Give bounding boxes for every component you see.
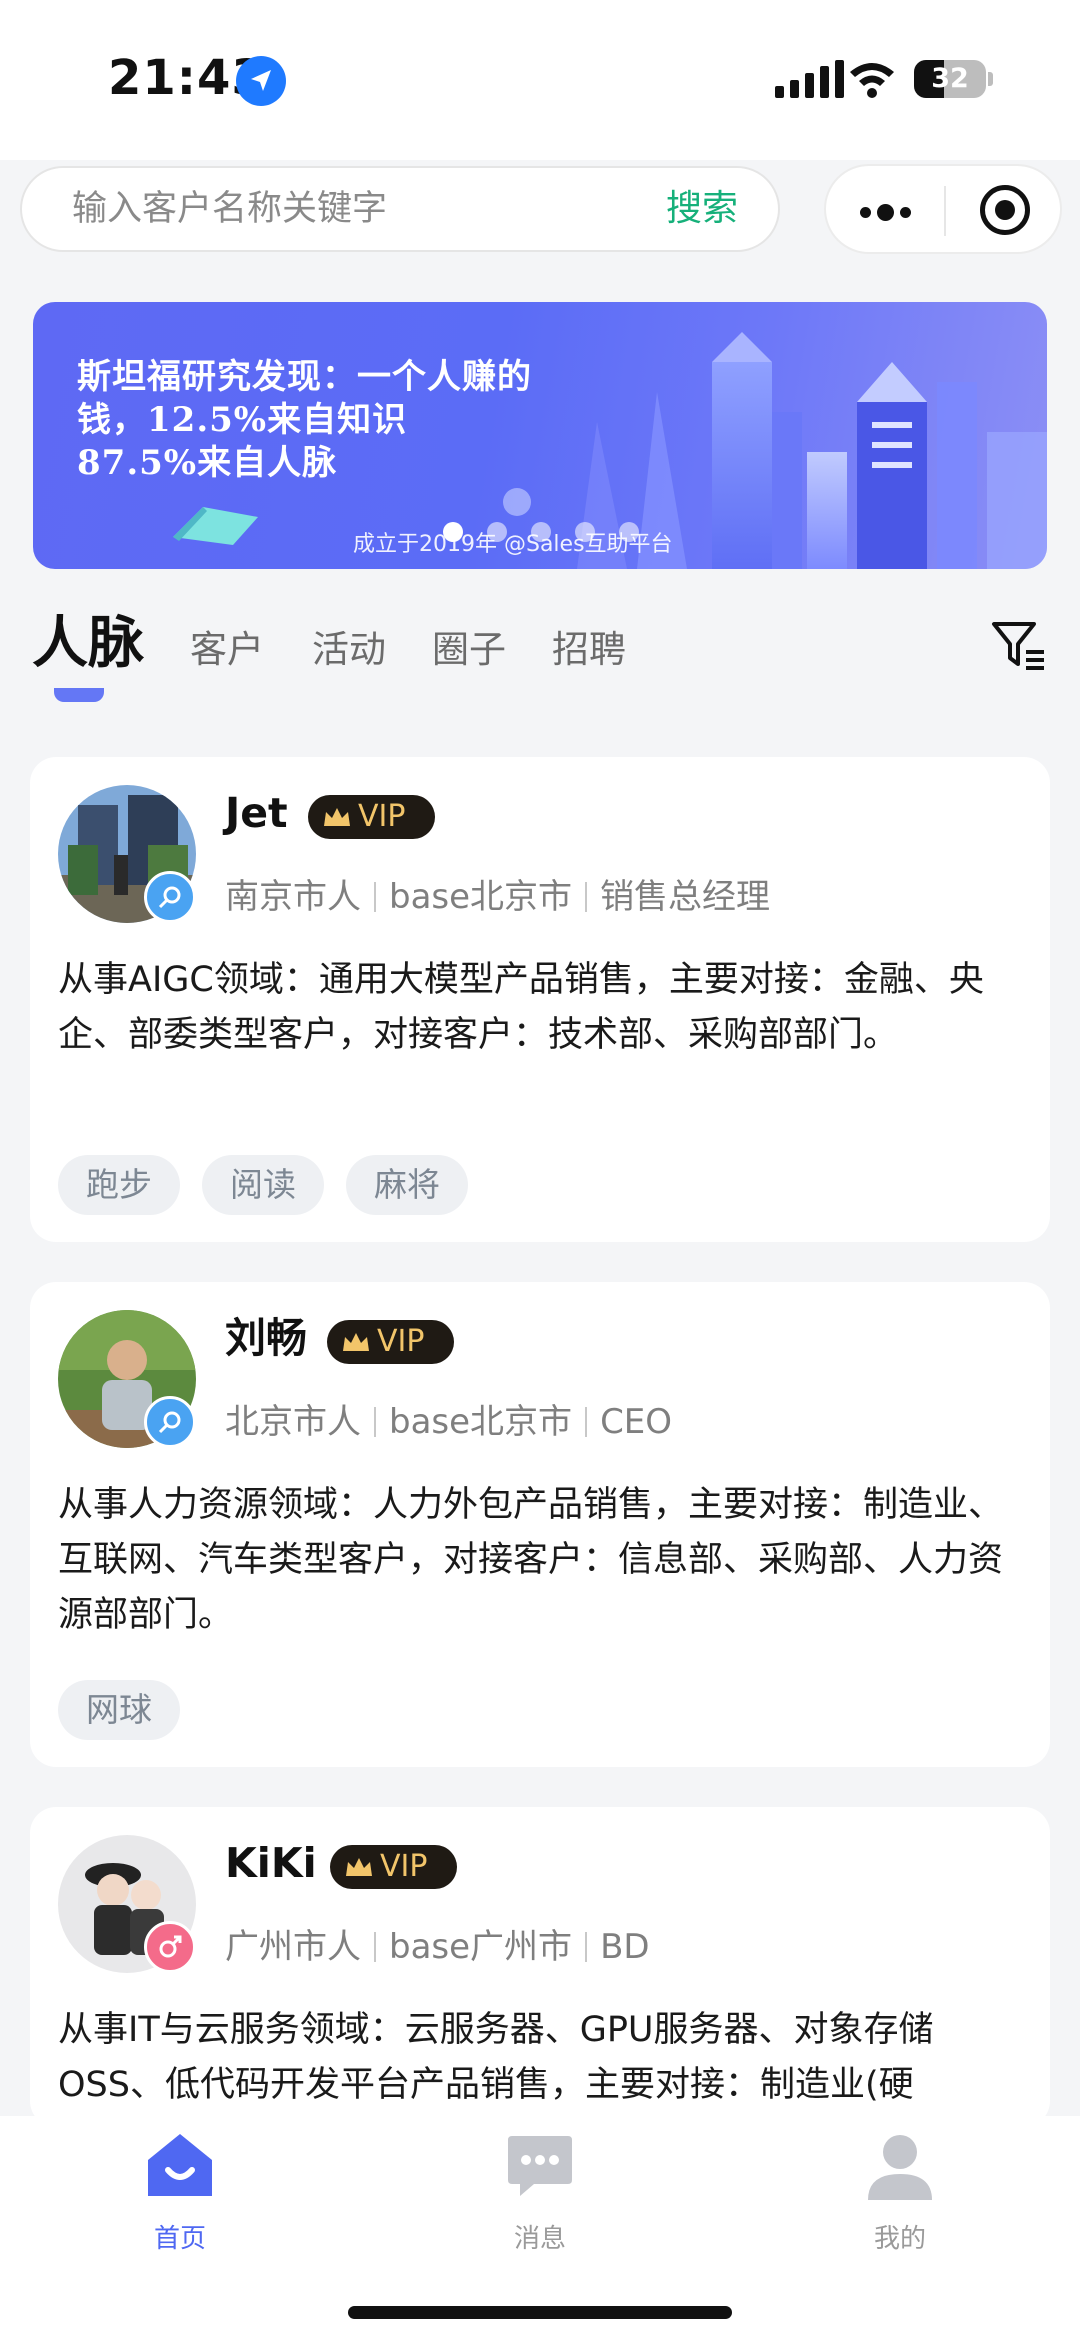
search-input[interactable]: 输入客户名称关键字 — [72, 168, 387, 250]
base-city: base广州市 — [389, 1927, 573, 1967]
vip-label: VIP — [358, 799, 406, 834]
vip-badge: VIP — [308, 795, 435, 839]
contact-description: 从事AIGC领域：通用大模型产品销售，主要对接：金融、央企、部委类型客户，对接客… — [58, 960, 984, 1055]
search-bar[interactable]: 输入客户名称关键字 搜索 — [20, 166, 780, 252]
contact-description: 从事人力资源领域：人力外包产品销售，主要对接：制造业、互联网、汽车类型客户，对接… — [58, 1485, 1004, 1635]
interest-tags: 跑步 阅读 麻将 — [58, 1155, 468, 1215]
miniprogram-capsule — [824, 164, 1062, 254]
contact-meta: 北京市人 base北京市 CEO — [225, 1400, 672, 1444]
capsule-divider — [944, 186, 946, 236]
active-tab-indicator — [54, 688, 104, 702]
vip-badge: VIP — [327, 1320, 454, 1364]
contact-meta: 南京市人 base北京市 销售总经理 — [225, 875, 770, 919]
contact-name: Jet — [225, 789, 288, 837]
message-icon — [508, 2136, 572, 2196]
job-title: CEO — [600, 1402, 673, 1442]
home-indicator — [348, 2306, 732, 2319]
vip-badge: VIP — [330, 1845, 457, 1889]
battery-icon: 32 — [914, 60, 986, 98]
tag[interactable]: 跑步 — [58, 1155, 180, 1215]
battery-level: 32 — [931, 63, 969, 94]
contact-name: KiKi — [225, 1839, 317, 1887]
job-title: 销售总经理 — [600, 877, 771, 917]
crown-icon — [343, 1333, 369, 1351]
vip-label: VIP — [380, 1849, 428, 1884]
book-illustration — [173, 507, 258, 545]
banner-headline: 斯坦福研究发现：一个人赚的 钱，12.5%来自知识 87.5%来自人脉 — [77, 356, 757, 485]
tab-profile-label: 我的 — [873, 2224, 926, 2254]
search-button[interactable]: 搜索 — [666, 168, 738, 250]
tab-contacts[interactable]: 人脉 — [32, 604, 144, 684]
female-gender-icon — [144, 1921, 196, 1973]
contact-card[interactable]: Jet VIP 南京市人 base北京市 销售总经理 从事AIGC领域：通用大模型产… — [30, 757, 1050, 1242]
tag[interactable]: 麻将 — [346, 1155, 468, 1215]
more-options-icon[interactable] — [860, 204, 911, 221]
category-tabs: 人脉 客户 活动 圈子 招聘 — [32, 604, 1048, 702]
male-gender-icon — [144, 1396, 196, 1448]
status-bar: 21:43 32 输入客户名称关键字 搜索 — [0, 0, 1080, 254]
banner-dot[interactable] — [443, 522, 463, 542]
vip-label: VIP — [377, 1324, 425, 1359]
promo-banner[interactable]: 斯坦福研究发现：一个人赚的 钱，12.5%来自知识 87.5%来自人脉 成立于2… — [33, 302, 1047, 569]
tab-home-label: 首页 — [153, 2224, 206, 2254]
contact-name: 刘畅 — [225, 1314, 307, 1362]
hometown: 广州市人 — [225, 1927, 361, 1967]
banner-pagination — [443, 522, 639, 542]
banner-headline-line-1: 斯坦福研究发现：一个人赚的 — [77, 357, 532, 397]
banner-headline-line-2: 钱，12.5%来自知识 — [77, 400, 408, 440]
tab-customers[interactable]: 客户 — [190, 610, 264, 690]
tab-messages-label: 消息 — [513, 2224, 566, 2254]
close-miniprogram-icon[interactable] — [980, 185, 1030, 235]
banner-headline-line-3: 87.5%来自人脉 — [77, 443, 338, 483]
contact-card[interactable]: KiKi VIP 广州市人 base广州市 BD 从事IT与云服务领域：云服务器、G… — [30, 1807, 1050, 2127]
tab-recruiting[interactable]: 招聘 — [552, 610, 626, 690]
hometown: 南京市人 — [225, 877, 361, 917]
battery-tip — [988, 72, 993, 86]
banner-dot[interactable] — [487, 522, 507, 542]
wifi-icon — [848, 60, 896, 102]
contact-meta: 广州市人 base广州市 BD — [225, 1925, 650, 1969]
job-title: BD — [600, 1927, 650, 1967]
contact-card[interactable]: 刘畅 VIP 北京市人 base北京市 CEO 从事人力资源领域：人力外包产品销售，… — [30, 1282, 1050, 1767]
crown-icon — [346, 1858, 372, 1876]
location-arrow-icon — [236, 56, 286, 106]
home-icon — [148, 2134, 212, 2196]
banner-dot[interactable] — [575, 522, 595, 542]
tab-circles[interactable]: 圈子 — [432, 610, 506, 690]
base-city: base北京市 — [389, 1402, 573, 1442]
base-city: base北京市 — [389, 877, 573, 917]
banner-dot[interactable] — [531, 522, 551, 542]
tag[interactable]: 网球 — [58, 1680, 180, 1740]
crown-icon — [324, 808, 350, 826]
tab-events[interactable]: 活动 — [312, 610, 386, 690]
profile-icon — [868, 2135, 932, 2200]
male-gender-icon — [144, 871, 196, 923]
hometown: 北京市人 — [225, 1402, 361, 1442]
tag[interactable]: 阅读 — [202, 1155, 324, 1215]
filter-icon[interactable] — [990, 618, 1048, 674]
cellular-signal-icon — [775, 60, 844, 98]
contact-description: 从事IT与云服务领域：云服务器、GPU服务器、对象存储OSS、低代码开发平台产品… — [58, 2010, 934, 2105]
banner-dot[interactable] — [619, 522, 639, 542]
interest-tags: 网球 — [58, 1680, 180, 1740]
